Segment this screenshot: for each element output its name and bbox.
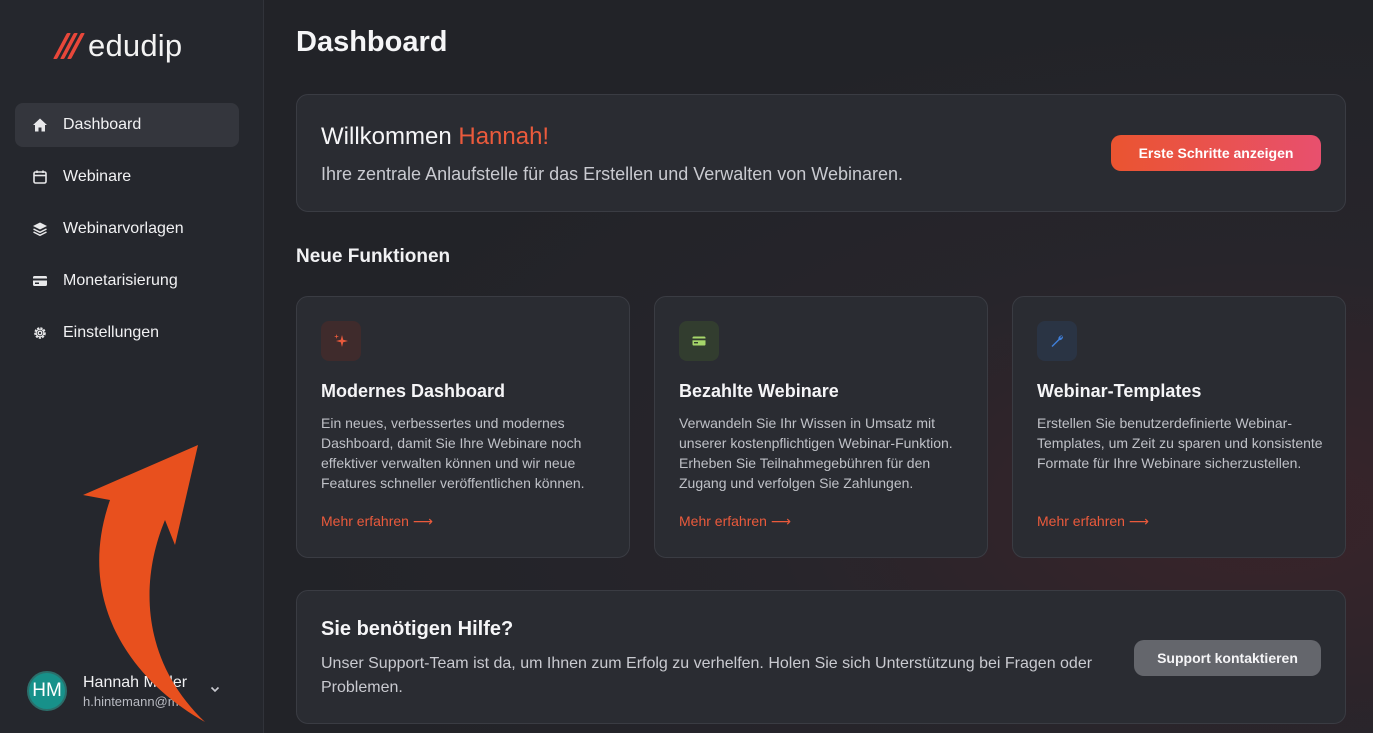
sidebar-item-label: Webinarvorlagen <box>63 220 184 237</box>
sidebar-item-monetarisierung[interactable]: Monetarisierung <box>15 259 239 303</box>
feature-card-paid-webinars: Bezahlte Webinare Verwandeln Sie Ihr Wis… <box>654 296 988 558</box>
welcome-username: Hannah! <box>458 123 550 150</box>
help-text: Unser Support-Team ist da, um Ihnen zum … <box>321 655 1093 696</box>
sparkles-icon <box>321 321 361 361</box>
sidebar-item-label: Webinare <box>63 168 132 185</box>
feature-description: Ein neues, verbessertes und modernes Das… <box>321 415 585 491</box>
user-name: Hannah Müller <box>83 673 188 691</box>
features-section-title: Neue Funktionen <box>296 246 451 267</box>
sidebar-item-label: Dashboard <box>63 116 142 133</box>
page-title: Dashboard <box>296 26 448 58</box>
wrench-icon <box>1037 321 1077 361</box>
welcome-text: Ihre zentrale Anlaufstelle für das Erste… <box>321 164 904 184</box>
sidebar-item-webinarvorlagen[interactable]: Webinarvorlagen <box>15 207 239 251</box>
logo-text: edudip <box>88 28 183 63</box>
feature-title: Webinar-Templates <box>1037 381 1202 401</box>
feature-description: Verwandeln Sie Ihr Wissen in Umsatz mit … <box>679 415 953 491</box>
sidebar-item-webinare[interactable]: Webinare <box>15 155 239 199</box>
feature-card-webinar-templates: Webinar-Templates Erstellen Sie benutzer… <box>1012 296 1346 558</box>
main-content: Dashboard Willkommen Hannah! Ihre zentra… <box>264 0 1373 733</box>
welcome-title: Willkommen Hannah! <box>321 123 549 151</box>
avatar: HM <box>27 671 67 711</box>
feature-description: Erstellen Sie benutzerdefinierte Webinar… <box>1037 415 1323 471</box>
layers-icon <box>32 221 48 237</box>
sidebar-item-label: Einstellungen <box>63 324 160 341</box>
getting-started-button[interactable]: Erste Schritte anzeigen <box>1111 135 1321 171</box>
help-card: Sie benötigen Hilfe? Unser Support-Team … <box>296 590 1346 724</box>
gear-icon <box>32 325 48 341</box>
user-menu[interactable]: HM Hannah Müller h.hintemann@m... <box>27 671 237 711</box>
feature-title: Bezahlte Webinare <box>679 381 839 401</box>
feature-title: Modernes Dashboard <box>321 381 506 401</box>
learn-more-link[interactable]: Mehr erfahren ⟶ <box>1037 513 1149 530</box>
user-email: h.hintemann@m... <box>83 693 190 709</box>
home-icon <box>32 117 48 133</box>
chevron-down-icon[interactable] <box>209 682 221 700</box>
sidebar-item-dashboard[interactable]: Dashboard <box>15 103 239 147</box>
sidebar: edudip Dashboard Webinare Webinarvorlage… <box>0 0 264 733</box>
learn-more-link[interactable]: Mehr erfahren ⟶ <box>321 513 433 530</box>
help-title: Sie benötigen Hilfe? <box>321 618 514 640</box>
contact-support-button[interactable]: Support kontaktieren <box>1134 640 1321 676</box>
sidebar-item-einstellungen[interactable]: Einstellungen <box>15 311 239 355</box>
logo-mark-icon <box>53 33 85 59</box>
sidebar-item-label: Monetarisierung <box>63 272 178 289</box>
calendar-icon <box>32 169 48 185</box>
credit-card-icon <box>32 273 48 289</box>
edudip-logo[interactable]: edudip <box>53 26 183 66</box>
feature-card-modern-dashboard: Modernes Dashboard Ein neues, verbessert… <box>296 296 630 558</box>
welcome-greeting: Willkommen <box>321 123 452 150</box>
welcome-card: Willkommen Hannah! Ihre zentrale Anlaufs… <box>296 94 1346 212</box>
credit-card-icon <box>679 321 719 361</box>
learn-more-link[interactable]: Mehr erfahren ⟶ <box>679 513 791 530</box>
sidebar-nav: Dashboard Webinare Webinarvorlagen Monet… <box>15 103 239 363</box>
user-info: Hannah Müller h.hintemann@m... <box>83 674 195 709</box>
